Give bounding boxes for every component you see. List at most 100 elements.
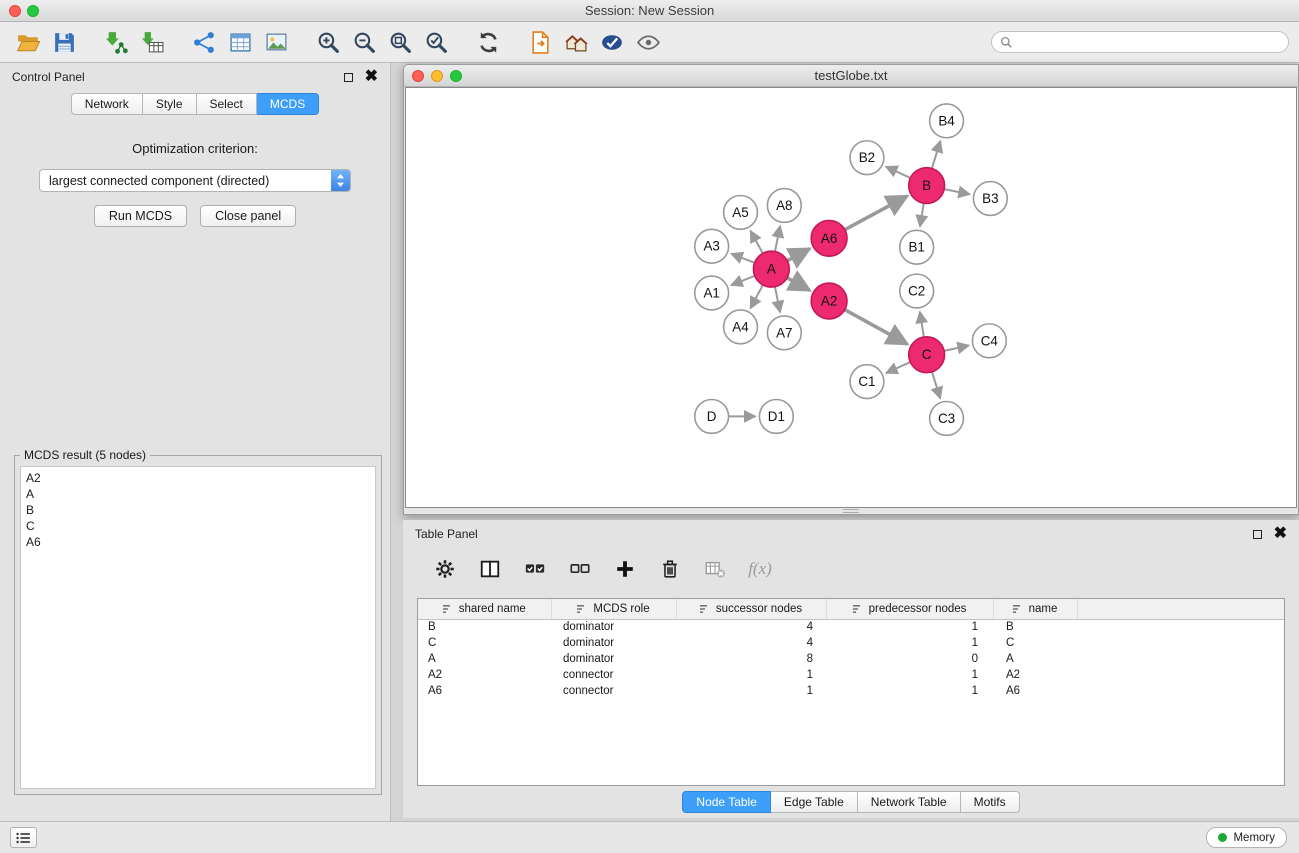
graph-edge[interactable] [775,287,780,313]
graph-node[interactable]: B3 [973,182,1007,216]
tab-motifs[interactable]: Motifs [961,791,1020,813]
table-cell[interactable]: A2 [418,667,551,683]
graph-edge[interactable] [731,276,755,285]
open-session-button[interactable] [10,25,46,59]
column-header-mcds-role[interactable]: MCDS role [551,599,676,619]
graph-node[interactable]: C1 [850,365,884,399]
graph-node[interactable]: A [753,251,789,287]
zoom-fit-button[interactable] [382,25,418,59]
column-header-successor-nodes[interactable]: successor nodes [676,599,826,619]
table-row[interactable]: Bdominator41B [418,619,1284,635]
table-cell[interactable]: 1 [676,667,826,683]
result-item[interactable]: A6 [21,534,375,550]
graph-edge[interactable] [845,196,908,230]
table-cell[interactable]: 8 [676,651,826,667]
show-columns-button[interactable] [476,555,504,583]
table-cell[interactable]: 0 [826,651,993,667]
unselect-all-columns-button[interactable] [566,555,594,583]
tab-node-table[interactable]: Node Table [682,791,771,813]
graph-node[interactable]: A1 [695,276,729,310]
column-header-predecessor-nodes[interactable]: predecessor nodes [826,599,993,619]
table-cell[interactable]: 4 [676,619,826,635]
delete-table-button[interactable] [701,555,729,583]
table-cell[interactable]: connector [551,667,676,683]
graph-edge[interactable] [932,141,940,169]
graph-edge[interactable] [787,249,810,261]
search-field[interactable] [991,31,1289,53]
network-zoom-button[interactable] [450,70,462,82]
run-mcds-button[interactable]: Run MCDS [94,205,187,227]
zoom-window-button[interactable] [27,5,39,17]
float-panel-icon[interactable] [344,73,353,82]
graph-edge[interactable] [920,203,924,226]
graph-edge[interactable] [845,310,908,345]
table-cell[interactable]: 1 [676,683,826,699]
tab-edge-table[interactable]: Edge Table [771,791,858,813]
graph-node[interactable]: D1 [759,400,793,434]
table-cell[interactable]: connector [551,683,676,699]
graph-edge[interactable] [944,345,969,350]
graph-edge[interactable] [731,254,754,263]
table-cell[interactable]: C [418,635,551,651]
table-cell[interactable]: dominator [551,619,676,635]
open-document-button[interactable] [522,25,558,59]
table-cell[interactable]: dominator [551,651,676,667]
graph-edge[interactable] [944,189,970,194]
graph-edge[interactable] [886,362,910,373]
network-window-titlebar[interactable]: testGlobe.txt [404,65,1298,87]
refresh-view-button[interactable] [470,25,506,59]
graph-node[interactable]: A7 [767,316,801,350]
table-cell[interactable]: 1 [826,667,993,683]
table-cell[interactable]: C [993,635,1077,651]
graph-node[interactable]: B1 [900,230,934,264]
table-cell[interactable]: B [418,619,551,635]
graph-edge[interactable] [920,312,924,337]
column-header-shared-name[interactable]: shared name [418,599,551,619]
result-item[interactable]: A [21,486,375,502]
search-input[interactable] [1018,35,1280,49]
graph-edge[interactable] [932,372,940,399]
graph-node[interactable]: C2 [900,274,934,308]
close-panel-icon[interactable]: ✖ [365,72,378,82]
graph-node[interactable]: C3 [930,402,964,436]
table-close-panel-icon[interactable]: ✖ [1274,529,1287,539]
import-table-button[interactable] [134,25,170,59]
table-cell[interactable]: A [418,651,551,667]
criterion-dropdown[interactable]: largest connected component (directed) [39,169,351,192]
zoom-in-button[interactable] [310,25,346,59]
graph-edge[interactable] [750,285,763,308]
function-builder-button[interactable]: f(x) [746,555,774,583]
graph-node[interactable]: A2 [811,283,847,319]
tab-network-table[interactable]: Network Table [858,791,961,813]
memory-button[interactable]: Memory [1206,827,1287,848]
close-panel-button[interactable]: Close panel [200,205,296,227]
birdseye-view-button[interactable] [558,25,594,59]
table-float-panel-icon[interactable] [1253,530,1262,539]
graph-node[interactable]: D [695,400,729,434]
table-cell[interactable]: B [993,619,1077,635]
graph-node[interactable]: B2 [850,141,884,175]
table-cell[interactable]: dominator [551,635,676,651]
table-row[interactable]: Adominator80A [418,651,1284,667]
network-minimize-button[interactable] [431,70,443,82]
table-cell[interactable]: 1 [826,683,993,699]
tab-style[interactable]: Style [143,93,197,115]
graph-node[interactable]: C [909,337,945,373]
validate-button[interactable] [594,25,630,59]
show-graphics-details-button[interactable] [630,25,666,59]
table-row[interactable]: A6connector11A6 [418,683,1284,699]
graph-node[interactable]: A3 [695,229,729,263]
result-item[interactable]: C [21,518,375,534]
graph-node[interactable]: C4 [972,324,1006,358]
import-network-button[interactable] [98,25,134,59]
delete-column-button[interactable] [656,555,684,583]
graph-node[interactable]: A4 [724,310,758,344]
close-window-button[interactable] [9,5,21,17]
mcds-result-list[interactable]: A2ABCA6 [20,466,376,789]
export-image-button[interactable] [258,25,294,59]
network-close-button[interactable] [412,70,424,82]
table-cell[interactable]: A [993,651,1077,667]
create-column-button[interactable] [611,555,639,583]
zoom-selected-button[interactable] [418,25,454,59]
select-all-columns-button[interactable] [521,555,549,583]
